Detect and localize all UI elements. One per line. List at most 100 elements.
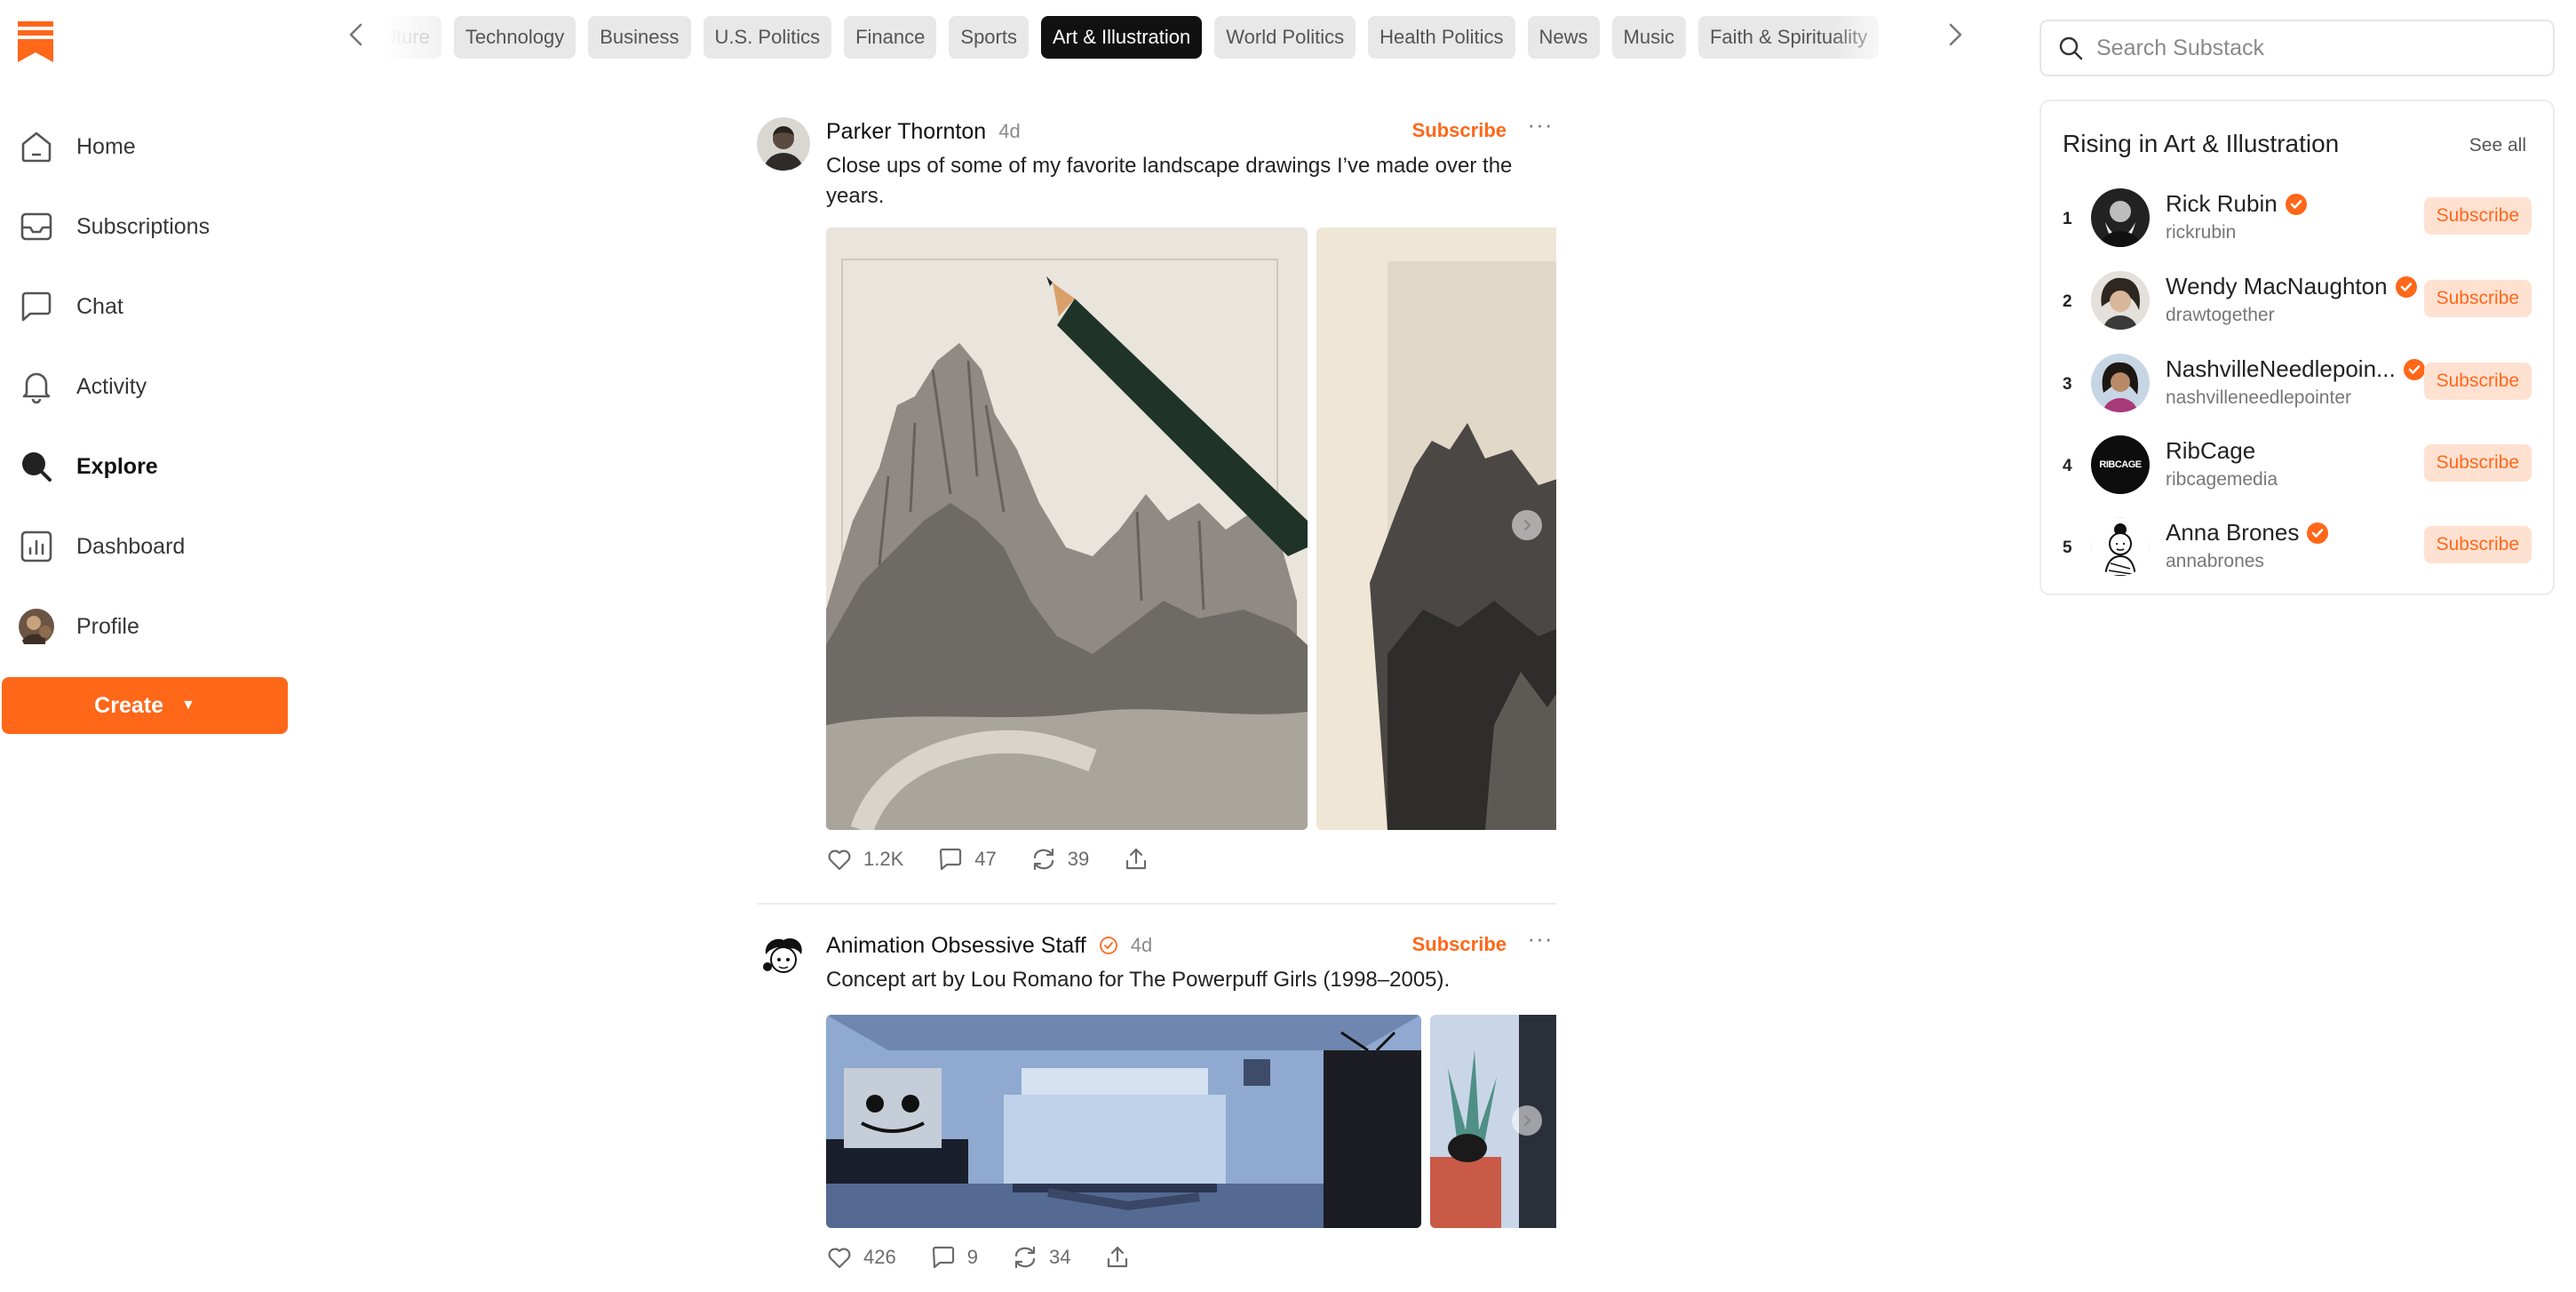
chat-icon (18, 288, 55, 325)
comment-button[interactable]: 47 (937, 846, 997, 873)
subscribe-button[interactable]: Subscribe (2423, 280, 2532, 317)
sidebar-item-chat[interactable]: Chat (0, 267, 293, 347)
see-all-link[interactable]: See all (2469, 135, 2526, 156)
more-options-icon[interactable]: ··· (1524, 927, 1556, 956)
avatar[interactable] (2091, 271, 2150, 330)
chevron-right-icon[interactable] (1940, 20, 1970, 50)
substack-logo-icon[interactable] (18, 21, 53, 62)
sidebar-item-dashboard[interactable]: Dashboard (0, 506, 293, 586)
feed-post[interactable]: Parker Thornton 4d Subscribe ··· Close u… (757, 113, 1556, 878)
feed-post[interactable]: Animation Obsessive Staff 4d Subscribe ·… (757, 927, 1556, 1292)
tab-music[interactable]: Music (1611, 16, 1686, 59)
gallery-image[interactable] (826, 227, 1308, 830)
tab-art-illustration[interactable]: Art & Illustration (1040, 16, 1203, 59)
ribcage-logo-text: RIBCAGE (2099, 459, 2142, 470)
sidebar-item-profile[interactable]: Profile (0, 586, 293, 666)
author-name[interactable]: Parker Thornton (826, 119, 986, 145)
rank-number: 2 (2063, 292, 2072, 311)
search-bar[interactable] (2039, 20, 2555, 76)
tab-business[interactable]: Business (588, 16, 691, 59)
subscribe-button[interactable]: Subscribe (2423, 526, 2532, 563)
restack-button[interactable]: 34 (1012, 1244, 1070, 1271)
image-gallery[interactable] (826, 227, 1556, 830)
rising-handle: drawtogether (2166, 305, 2275, 325)
search-icon (18, 448, 55, 485)
tab-u-s-politics[interactable]: U.S. Politics (703, 16, 832, 59)
tab-news[interactable]: News (1527, 16, 1600, 59)
rising-handle: annabrones (2166, 551, 2264, 571)
gallery-next-button[interactable] (1512, 1105, 1542, 1136)
sidebar-item-label: Dashboard (76, 533, 186, 559)
rising-item[interactable]: 1 Rick Rubin rickrubin Subscribe (2041, 183, 2553, 265)
rising-item[interactable]: 5 Anna Brones annabrones Subscribe (2041, 512, 2553, 594)
inbox-icon (18, 208, 55, 245)
bell-icon (18, 368, 55, 405)
rising-name-text: NashvilleNeedlepoin... (2166, 355, 2396, 382)
rank-number: 5 (2063, 538, 2072, 557)
sidebar-item-label: Chat (76, 293, 123, 319)
comment-icon (940, 848, 962, 871)
caret-down-icon: ▼ (180, 698, 195, 713)
bar-chart-icon (18, 528, 55, 565)
rising-name: Rick Rubin (2166, 190, 2308, 218)
sidebar-nav: Home Subscriptions Chat Activity Explore… (0, 107, 293, 666)
rising-name-text: Anna Brones (2166, 519, 2300, 546)
avatar[interactable] (2091, 517, 2150, 576)
avatar[interactable] (757, 117, 810, 171)
subscribe-button[interactable]: Subscribe (2423, 197, 2532, 235)
avatar[interactable] (2091, 188, 2150, 247)
share-icon (1126, 848, 1147, 870)
rising-panel: Rising in Art & Illustration See all 1 R… (2039, 100, 2555, 595)
avatar[interactable] (2091, 354, 2150, 412)
restack-icon (1033, 848, 1053, 871)
subscribe-button[interactable]: Subscribe (2423, 363, 2532, 400)
tab-sports[interactable]: Sports (949, 16, 1029, 59)
sidebar-item-home[interactable]: Home (0, 107, 293, 187)
comment-button[interactable]: 9 (930, 1244, 978, 1271)
gallery-image[interactable] (826, 1015, 1421, 1228)
post-actions: 1.2K 47 39 (826, 846, 1183, 873)
restack-icon (1014, 1246, 1036, 1269)
gallery-next-button[interactable] (1512, 510, 1542, 540)
sidebar-item-activity[interactable]: Activity (0, 347, 293, 427)
post-time: 4d (1130, 934, 1153, 956)
tab-world-politics[interactable]: World Politics (1214, 16, 1356, 59)
comment-icon (932, 1246, 954, 1269)
sidebar-item-explore[interactable]: Explore (0, 427, 293, 506)
chevron-left-icon[interactable] (341, 20, 371, 50)
like-button[interactable]: 1.2K (826, 846, 903, 873)
more-options-icon[interactable]: ··· (1524, 113, 1556, 142)
rising-handle: nashvilleneedlepointer (2166, 387, 2351, 408)
image-gallery[interactable] (826, 1015, 1556, 1228)
sidebar-item-label: Home (76, 133, 136, 159)
verified-icon (1099, 937, 1117, 954)
rising-item[interactable]: 3 NashvilleNeedlepoin... nashvilleneedle… (2041, 348, 2553, 430)
rank-number: 1 (2063, 210, 2072, 228)
subscribe-button[interactable]: Subscribe (2423, 444, 2532, 482)
author-name[interactable]: Animation Obsessive Staff (826, 933, 1086, 959)
like-button[interactable]: 426 (826, 1244, 896, 1271)
subscribe-button[interactable]: Subscribe (1412, 933, 1507, 956)
share-button[interactable] (1123, 846, 1149, 873)
rising-item[interactable]: 4 RIBCAGE RibCage ribcagemedia Subscribe (2041, 430, 2553, 512)
tab-finance[interactable]: Finance (844, 16, 937, 59)
post-header: Animation Obsessive Staff 4d (826, 931, 1152, 960)
tab-health-politics[interactable]: Health Politics (1368, 16, 1515, 59)
subscribe-button[interactable]: Subscribe (1412, 119, 1507, 142)
restack-count: 39 (1067, 848, 1090, 870)
rising-name: Anna Brones (2166, 519, 2329, 546)
rising-item[interactable]: 2 Wendy MacNaughton drawtogether Subscri… (2041, 266, 2553, 347)
rising-name: RibCage (2166, 437, 2255, 465)
rising-name: Wendy MacNaughton (2166, 273, 2418, 300)
home-icon (18, 128, 55, 165)
avatar[interactable]: RIBCAGE (2091, 435, 2150, 494)
search-input[interactable] (2096, 35, 2523, 61)
share-button[interactable] (1104, 1244, 1131, 1271)
tab-technology[interactable]: Technology (453, 16, 576, 59)
restack-button[interactable]: 39 (1030, 846, 1089, 873)
rank-number: 4 (2063, 457, 2072, 475)
avatar[interactable] (757, 931, 810, 985)
avatar (18, 608, 55, 645)
create-button[interactable]: Create ▼ (2, 677, 288, 734)
sidebar-item-subscriptions[interactable]: Subscriptions (0, 187, 293, 267)
